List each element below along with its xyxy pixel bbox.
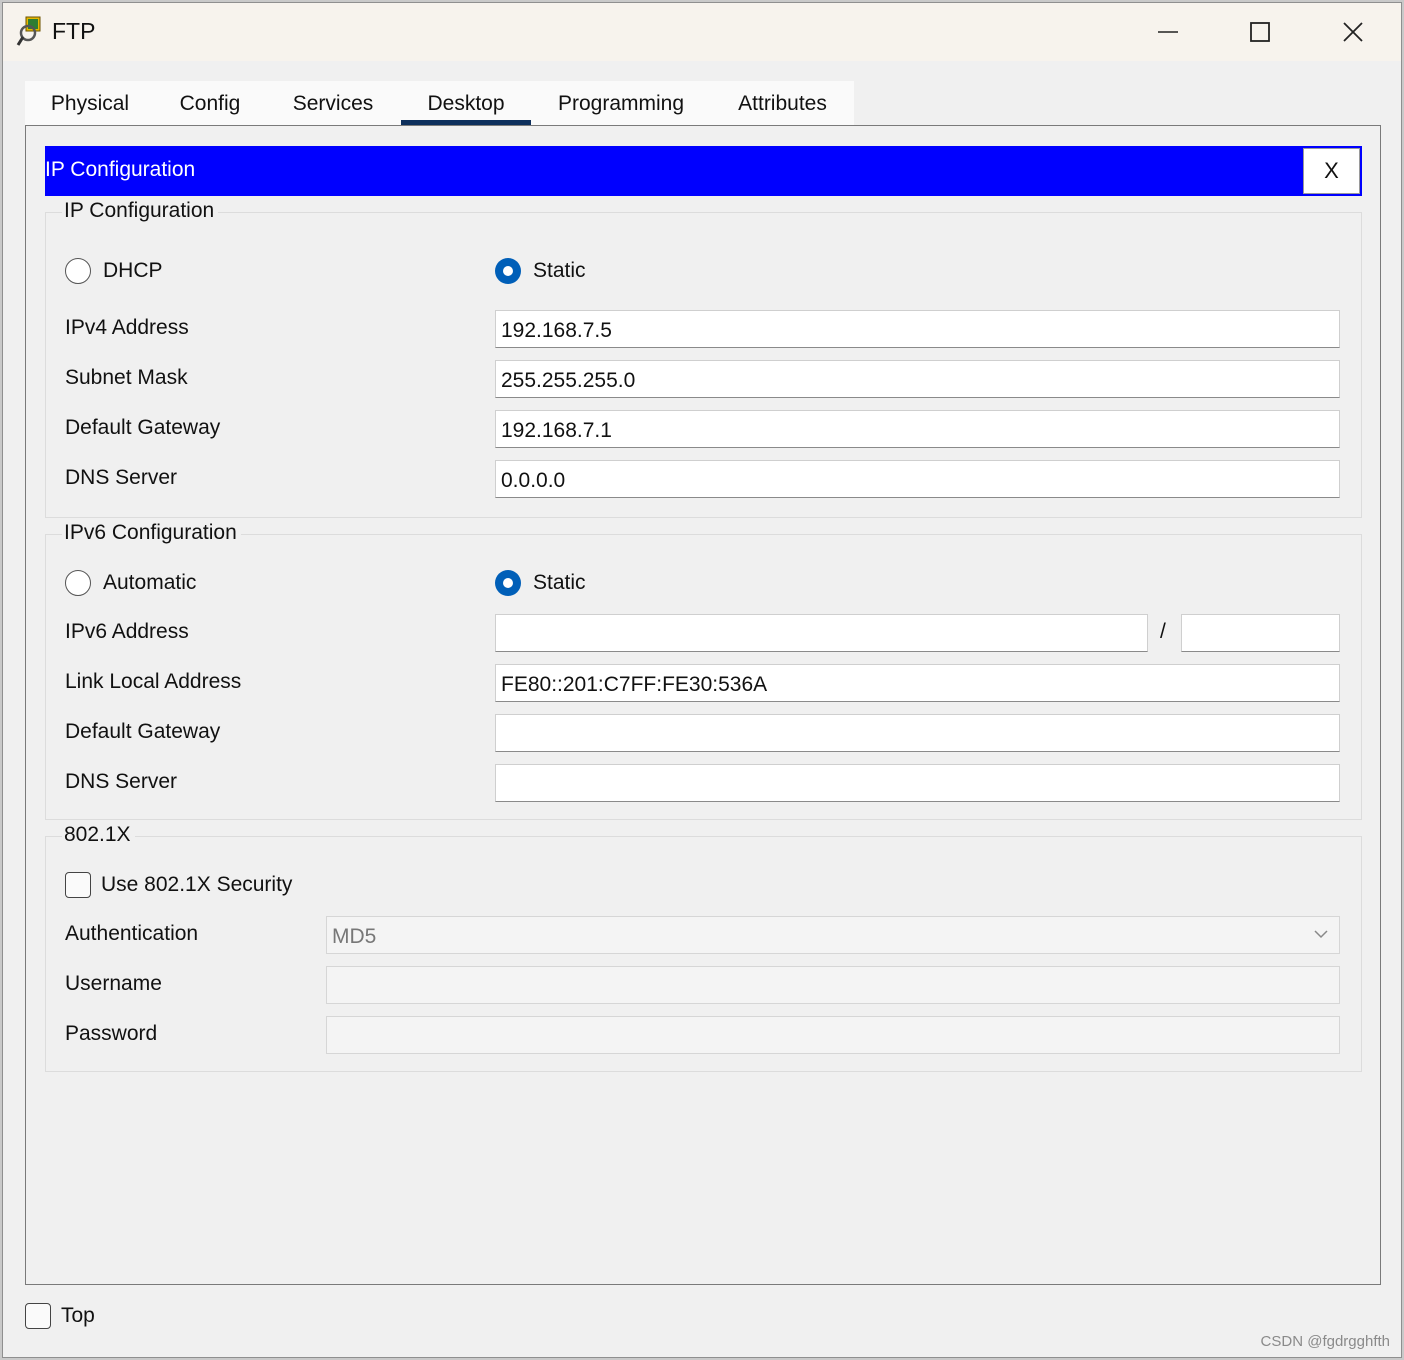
dot1x-group: 802.1X Use 802.1X Security Authenticatio… [45,823,1362,1072]
ipv6-dns-input[interactable] [495,764,1340,802]
use-8021x-checkbox[interactable] [65,872,91,898]
dhcp-radio[interactable] [65,258,91,284]
watermark-text: CSDN @fgdrgghfth [1260,1333,1390,1350]
authentication-value: MD5 [332,925,377,948]
automatic-label: Automatic [103,571,197,594]
close-icon [1343,22,1363,42]
minimize-icon [1158,31,1178,33]
top-checkbox[interactable] [25,1303,51,1329]
password-label: Password [65,1022,158,1045]
title-bar: FTP [3,3,1401,61]
ipv6-address-input[interactable] [495,614,1148,652]
ipv6-dns-label: DNS Server [65,770,178,793]
static-ipv6-label: Static [533,571,586,594]
static-ipv4-radio[interactable] [495,258,521,284]
ipv6-gateway-label: Default Gateway [65,720,221,743]
static-ipv4-label: Static [533,259,586,282]
static-ipv6-radio[interactable] [495,570,521,596]
packet-tracer-server-icon [16,16,41,46]
username-input[interactable] [326,966,1340,1004]
ipv6-gateway-input[interactable] [495,714,1340,752]
prefix-separator: / [1160,620,1166,643]
ip-configuration-header: IP Configuration X [45,146,1362,196]
ipv4-dns-label: DNS Server [65,466,178,489]
top-label: Top [61,1304,95,1327]
ipv6-address-label: IPv6 Address [65,620,189,643]
ipv4-dns-input[interactable]: 0.0.0.0 [495,460,1340,498]
tab-physical[interactable]: Physical [25,81,155,127]
username-label: Username [65,972,162,995]
ftp-window: FTP Physical Config Services Desktop Pro… [2,2,1402,1358]
automatic-ipv6-radio[interactable] [65,570,91,596]
ipv4-gateway-label: Default Gateway [65,416,221,439]
chevron-down-icon [1314,930,1328,939]
tab-programming[interactable]: Programming [531,81,711,127]
tab-services[interactable]: Services [265,81,401,127]
dhcp-label: DHCP [103,259,163,282]
ipv4-group-legend: IP Configuration [62,199,219,223]
password-input[interactable] [326,1016,1340,1054]
ipv4-address-input[interactable]: 192.168.7.5 [495,310,1340,348]
maximize-button[interactable] [1218,8,1302,56]
ipv4-address-label: IPv4 Address [65,316,189,339]
window-title: FTP [52,18,96,44]
tab-attributes[interactable]: Attributes [711,81,854,127]
desktop-content-panel: IP Configuration X IP Configuration DHCP… [25,125,1381,1285]
ipv4-configuration-group: IP Configuration DHCP Static IPv4 Addres… [45,199,1362,518]
ipv6-prefix-input[interactable] [1181,614,1340,652]
authentication-select[interactable]: MD5 [326,916,1340,954]
tab-desktop[interactable]: Desktop [401,81,531,127]
tab-config[interactable]: Config [155,81,265,127]
close-panel-button[interactable]: X [1303,148,1360,194]
minimize-button[interactable] [1126,8,1210,56]
ipv6-configuration-group: IPv6 Configuration Automatic Static IPv6… [45,521,1362,820]
ipv4-gateway-input[interactable]: 192.168.7.1 [495,410,1340,448]
ipv6-group-legend: IPv6 Configuration [62,521,241,545]
panel-title: IP Configuration [45,158,196,181]
use-8021x-label: Use 802.1X Security [101,873,293,896]
dot1x-group-legend: 802.1X [62,823,135,847]
link-local-label: Link Local Address [65,670,242,693]
link-local-input[interactable]: FE80::201:C7FF:FE30:536A [495,664,1340,702]
subnet-mask-label: Subnet Mask [65,366,188,389]
maximize-icon [1250,22,1270,42]
tab-bar: Physical Config Services Desktop Program… [25,81,854,127]
authentication-label: Authentication [65,922,199,945]
close-window-button[interactable] [1311,8,1395,56]
subnet-mask-input[interactable]: 255.255.255.0 [495,360,1340,398]
